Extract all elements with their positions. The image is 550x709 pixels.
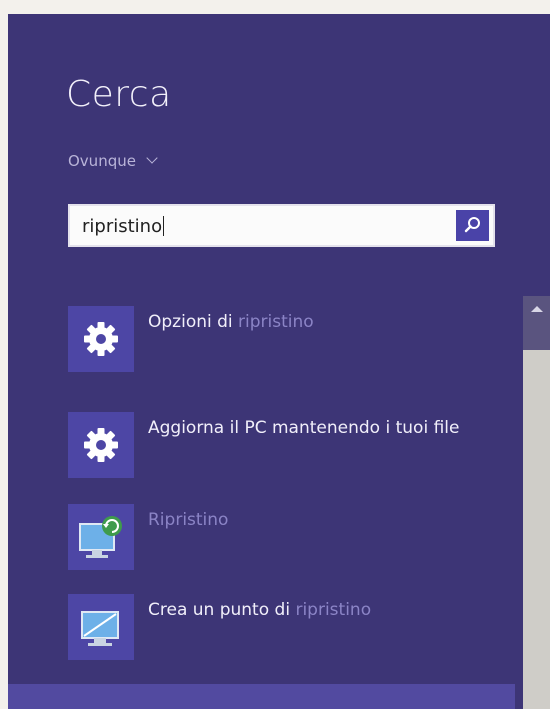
result-label: Opzioni di [148, 312, 239, 332]
restore-point-icon [68, 594, 134, 660]
search-pane: Cerca Ovunque ripristino Opzioni di ripr… [8, 14, 550, 709]
search-icon [464, 217, 480, 233]
result-label: Crea un punto di [148, 600, 296, 620]
result-label: Ripristino [148, 510, 229, 530]
result-highlight: ripristino [238, 312, 314, 332]
results-scrollbar[interactable] [523, 296, 550, 709]
search-scope-dropdown[interactable]: Ovunque [68, 152, 158, 170]
result-highlight: ripristino [295, 600, 372, 620]
search-input[interactable]: ripristino [68, 204, 495, 247]
chevron-down-icon [146, 152, 158, 164]
result-item-crea-punto-ripristino[interactable]: Crea un punto di ripristino [68, 594, 508, 660]
gear-icon [68, 412, 134, 478]
partial-result-item[interactable] [8, 684, 515, 709]
text-caret [163, 216, 165, 236]
search-button[interactable] [456, 210, 489, 241]
search-query: ripristino [82, 216, 163, 237]
scroll-up-button[interactable] [523, 296, 550, 350]
result-item-ripristino[interactable]: Ripristino [68, 504, 508, 570]
pane-title: Cerca [66, 74, 172, 115]
chevron-up-icon [531, 306, 543, 312]
result-item-opzioni-ripristino[interactable]: Opzioni di ripristino [68, 306, 508, 372]
scope-label: Ovunque [68, 152, 136, 170]
gear-icon [68, 306, 134, 372]
result-label: Aggiorna il PC mantenendo i tuoi file [148, 418, 460, 438]
result-item-aggiorna-pc[interactable]: Aggiorna il PC mantenendo i tuoi file [68, 412, 508, 478]
system-restore-icon [68, 504, 134, 570]
